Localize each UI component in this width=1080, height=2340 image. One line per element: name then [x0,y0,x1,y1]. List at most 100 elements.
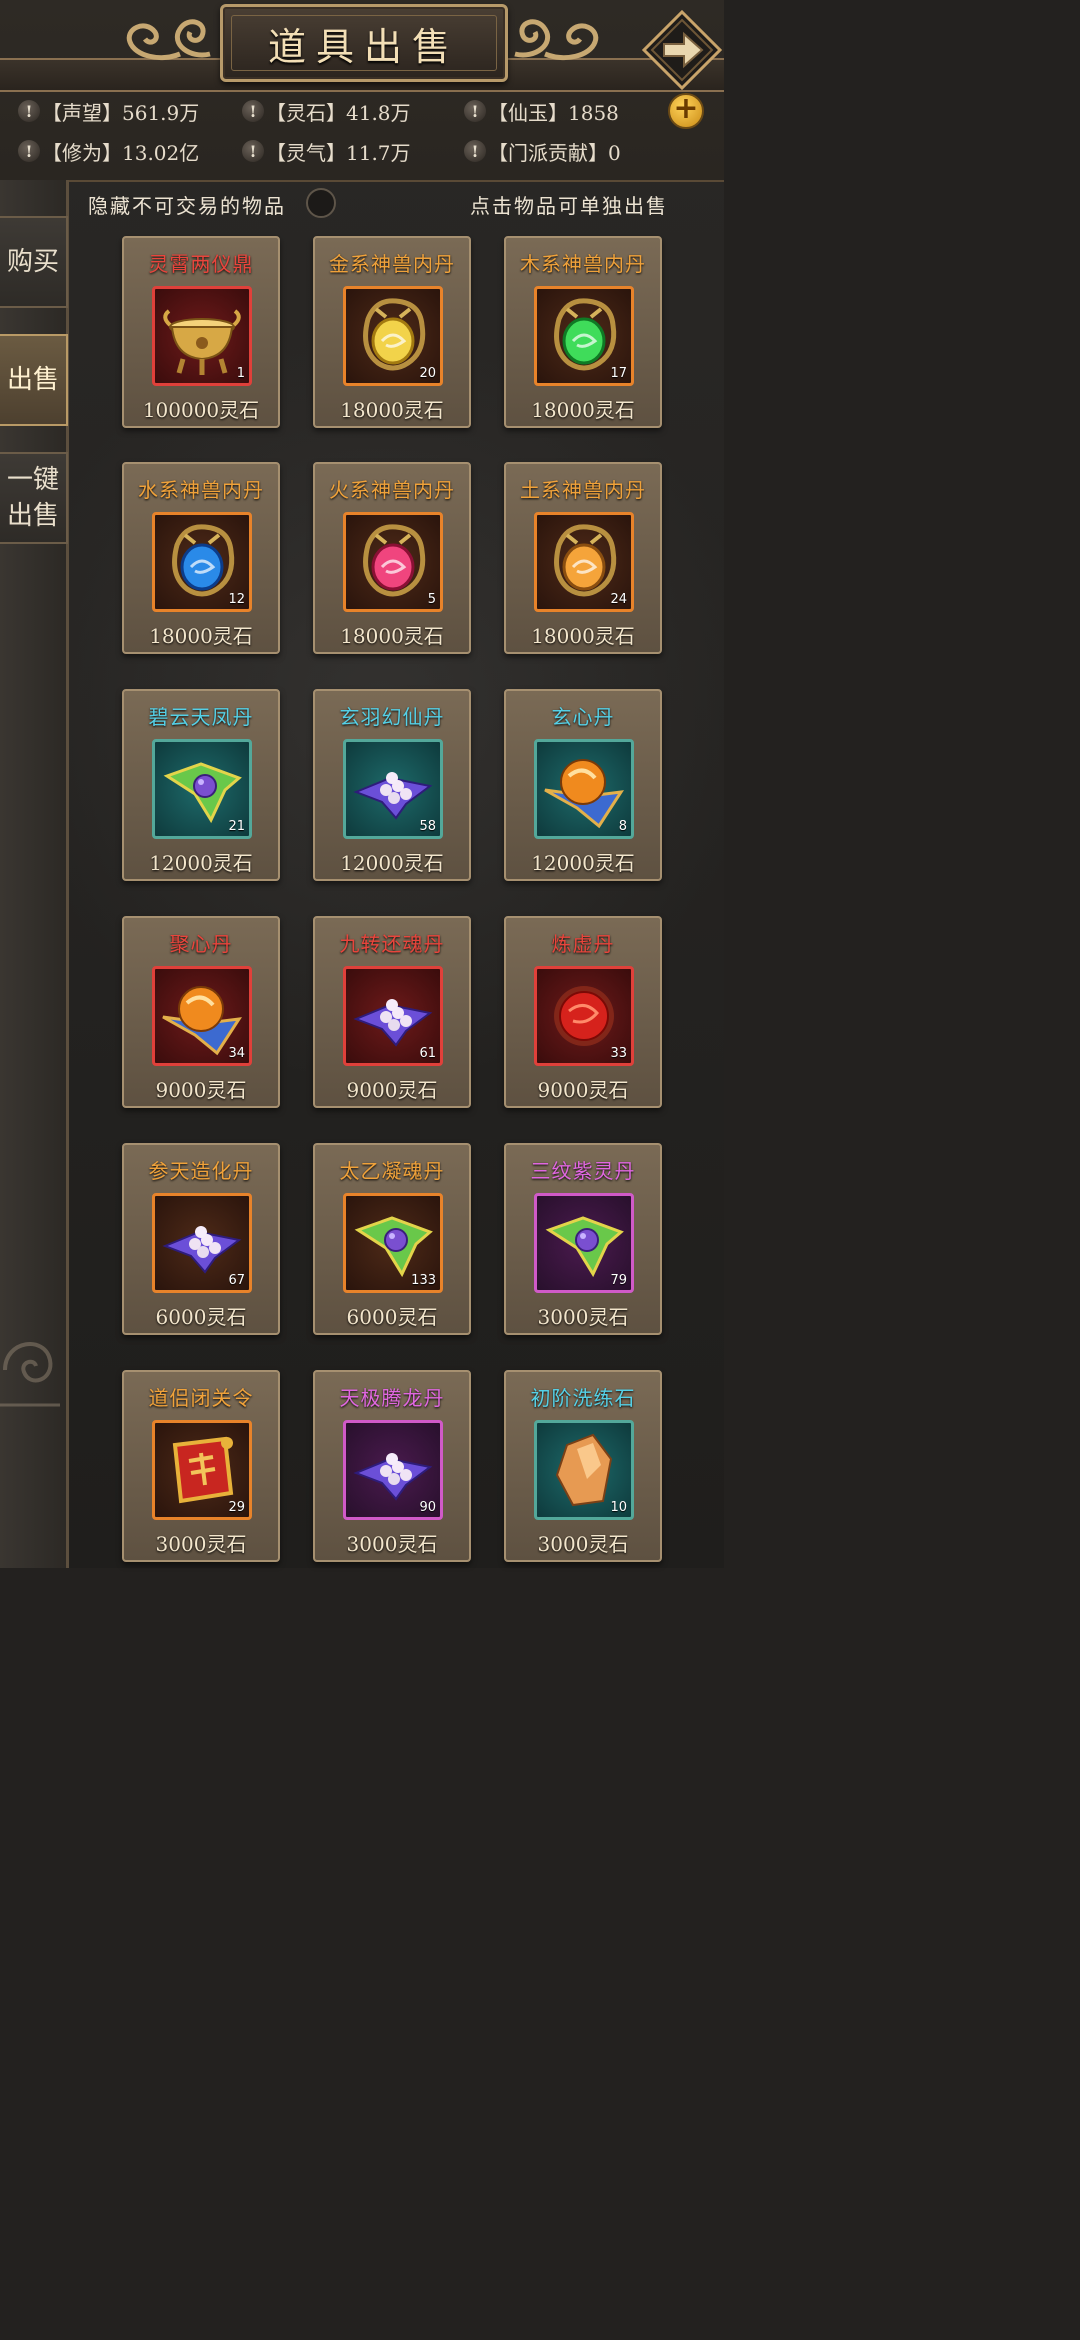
stat-spirit-qi: ! 【灵气】11.7万 [242,136,411,166]
item-card[interactable]: 炼虚丹 33 9000灵石 [504,916,662,1108]
item-price: 3000灵石 [537,1532,629,1556]
page-title: 道具出售 [267,24,460,69]
item-price: 3000灵石 [346,1532,438,1556]
item-card[interactable]: 木系神兽内丹 17 18000灵石 [504,236,662,428]
item-price: 100000灵石 [142,398,260,422]
tab-buy[interactable]: 购买 [0,216,68,308]
stat-cultivation: ! 【修为】13.02亿 [18,136,199,166]
item-price: 9000灵石 [346,1078,438,1102]
tab-sell-all[interactable]: 一键出售 [0,452,68,544]
item-name: 土系神兽内丹 [520,478,646,502]
item-name: 金系神兽内丹 [329,252,455,276]
item-price: 12000灵石 [531,851,635,875]
item-slot: 29 [152,1420,252,1520]
item-card[interactable]: 玄心丹 8 12000灵石 [504,689,662,881]
item-quantity: 33 [610,1046,627,1061]
item-quantity: 21 [228,819,245,834]
item-slot: 20 [343,286,443,386]
title-plate: 道具出售 [220,4,508,82]
item-price: 18000灵石 [531,398,635,422]
item-slot: 12 [152,512,252,612]
item-name: 三纹紫灵丹 [530,1159,636,1183]
item-slot: 58 [343,739,443,839]
item-name: 木系神兽内丹 [520,252,646,276]
item-quantity: 12 [228,592,245,607]
item-quantity: 29 [228,1500,245,1515]
exit-arrow-icon[interactable] [642,10,722,90]
item-quantity: 58 [419,819,436,834]
item-slot: 1 [152,286,252,386]
item-card[interactable]: 金系神兽内丹 20 18000灵石 [313,236,471,428]
item-quantity: 24 [610,592,627,607]
info-icon[interactable]: ! [464,100,486,122]
info-icon[interactable]: ! [242,100,264,122]
item-name: 炼虚丹 [551,932,615,956]
item-name: 九转还魂丹 [339,932,445,956]
item-quantity: 5 [427,592,436,607]
item-name: 参天造化丹 [148,1159,254,1183]
info-icon[interactable]: ! [242,140,264,162]
item-slot: 61 [343,966,443,1066]
item-name: 天极腾龙丹 [339,1386,445,1410]
item-quantity: 1 [236,366,245,381]
item-quantity: 90 [419,1500,436,1515]
item-slot: 133 [343,1193,443,1293]
header-bar: 道具出售 ! 【声望】561.9万 ! 【灵石】41.8万 ! 【仙玉】1858 ! 【… [0,0,724,182]
item-name: 碧云天凤丹 [148,705,254,729]
item-quantity: 20 [419,366,436,381]
item-quantity: 79 [610,1273,627,1288]
item-price: 12000灵石 [149,851,253,875]
item-slot: 79 [534,1193,634,1293]
item-name: 水系神兽内丹 [138,478,264,502]
item-card[interactable]: 碧云天凤丹 21 12000灵石 [122,689,280,881]
item-card[interactable]: 聚心丹 34 9000灵石 [122,916,280,1108]
item-card[interactable]: 灵霄两仪鼎 1 100000灵石 [122,236,280,428]
item-name: 灵霄两仪鼎 [148,252,254,276]
item-slot: 5 [343,512,443,612]
item-card[interactable]: 初阶洗练石 10 3000灵石 [504,1370,662,1562]
item-price: 18000灵石 [531,624,635,648]
item-price: 9000灵石 [537,1078,629,1102]
item-name: 聚心丹 [169,932,233,956]
item-quantity: 10 [610,1500,627,1515]
info-icon[interactable]: ! [18,140,40,162]
item-quantity: 8 [618,819,627,834]
hide-untradeable-toggle[interactable] [306,188,336,218]
item-card[interactable]: 土系神兽内丹 24 18000灵石 [504,462,662,654]
item-price: 18000灵石 [149,624,253,648]
tab-sell[interactable]: 出售 [0,334,68,426]
item-name: 初阶洗练石 [530,1386,636,1410]
item-name: 太乙凝魂丹 [339,1159,445,1183]
item-card[interactable]: 三纹紫灵丹 79 3000灵石 [504,1143,662,1335]
info-icon[interactable]: ! [18,100,40,122]
item-slot: 90 [343,1420,443,1520]
item-card[interactable]: 太乙凝魂丹 133 6000灵石 [313,1143,471,1335]
item-name: 玄心丹 [551,705,615,729]
item-slot: 17 [534,286,634,386]
hide-untradeable-label: 隐藏不可交易的物品 [88,194,286,218]
item-price: 6000灵石 [155,1305,247,1329]
item-quantity: 133 [411,1273,436,1288]
stat-spirit-stone: ! 【灵石】41.8万 [242,96,411,126]
item-slot: 10 [534,1420,634,1520]
cloud-ornament-icon [514,19,599,60]
item-card[interactable]: 道侣闭关令 29 3000灵石 [122,1370,280,1562]
cloud-ornament-icon [126,19,211,60]
stat-jade: ! 【仙玉】1858 [464,96,619,126]
item-price: 9000灵石 [155,1078,247,1102]
swirl-ornament-icon [0,1342,60,1407]
item-price: 3000灵石 [155,1532,247,1556]
item-card[interactable]: 玄羽幻仙丹 58 12000灵石 [313,689,471,881]
item-card[interactable]: 火系神兽内丹 5 18000灵石 [313,462,471,654]
item-quantity: 34 [228,1046,245,1061]
item-price: 18000灵石 [340,624,444,648]
info-icon[interactable]: ! [464,140,486,162]
item-price: 3000灵石 [537,1305,629,1329]
item-card[interactable]: 参天造化丹 67 6000灵石 [122,1143,280,1335]
item-card[interactable]: 天极腾龙丹 90 3000灵石 [313,1370,471,1562]
item-card[interactable]: 水系神兽内丹 12 18000灵石 [122,462,280,654]
item-quantity: 67 [228,1273,245,1288]
add-jade-button[interactable]: + [668,93,704,129]
item-price: 18000灵石 [340,398,444,422]
item-card[interactable]: 九转还魂丹 61 9000灵石 [313,916,471,1108]
